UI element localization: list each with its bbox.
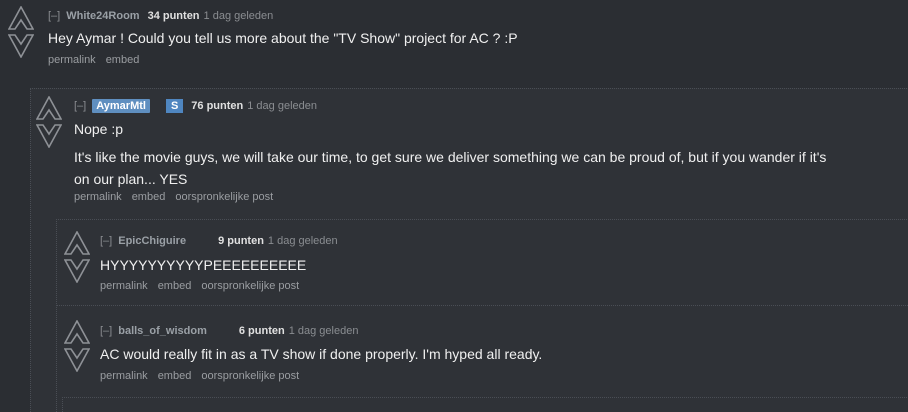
user-flair-badge: S: [165, 99, 184, 113]
comment-body: AC would really fit in as a TV show if d…: [100, 343, 542, 365]
comment-body: Nope :p It's like the movie guys, we wil…: [74, 118, 826, 190]
author-link[interactable]: balls_of_wisdom: [118, 325, 207, 337]
score: 6 punten: [238, 325, 285, 337]
permalink-link[interactable]: permalink: [48, 54, 96, 66]
comment-body: HYYYYYYYYYYPEEEEEEEEEE: [100, 254, 306, 276]
timestamp: 1 dag geleden: [247, 100, 317, 112]
embed-link[interactable]: embed: [158, 280, 192, 292]
assassin-insignia-down-icon[interactable]: [64, 259, 90, 283]
timestamp: 1 dag geleden: [288, 325, 359, 337]
comment-actions: permalink embed oorspronkelijke post: [100, 280, 309, 292]
comment: [–] White24Room 34 punten 1 dag geleden Hey…: [0, 0, 908, 88]
comment-paragraph: on our plan... YES: [74, 171, 188, 187]
comment-tagline: [–] AymarMtl S 76 punten 1 dag geleden: [74, 99, 317, 113]
comment-paragraph: HYYYYYYYYYYPEEEEEEEEEE: [100, 257, 307, 273]
comment-paragraph: AC would really fit in as a TV show if d…: [100, 346, 543, 362]
assassin-insignia-down-icon[interactable]: [36, 124, 62, 148]
original-post-link[interactable]: oorspronkelijke post: [201, 370, 299, 382]
assassin-insignia-up-icon[interactable]: [64, 320, 90, 344]
comment-tagline: [–] White24Room 34 punten 1 dag geleden: [48, 10, 273, 22]
assassin-insignia-up-icon[interactable]: [8, 6, 34, 30]
timestamp: 1 dag geleden: [267, 235, 338, 247]
score: 76 punten: [191, 100, 244, 112]
assassin-insignia-up-icon[interactable]: [64, 231, 90, 255]
assassin-insignia-down-icon[interactable]: [64, 348, 90, 372]
comment: [–] AymarMtl S 76 punten 1 dag geleden Nope …: [30, 88, 908, 218]
collapse-toggle[interactable]: [–]: [100, 325, 112, 337]
author-link[interactable]: EpicChiguire: [118, 235, 186, 247]
child-comments-container: [62, 397, 908, 412]
collapse-toggle[interactable]: [–]: [74, 100, 86, 112]
embed-link[interactable]: embed: [158, 370, 192, 382]
comment-actions: permalink embed oorspronkelijke post: [74, 191, 283, 203]
permalink-link[interactable]: permalink: [100, 280, 148, 292]
permalink-link[interactable]: permalink: [100, 370, 148, 382]
assassin-insignia-down-icon[interactable]: [8, 34, 34, 58]
collapse-toggle[interactable]: [–]: [48, 10, 60, 22]
comment: [–] balls_of_wisdom 6 punten 1 dag geleden …: [56, 305, 908, 397]
comment-actions: permalink embed oorspronkelijke post: [100, 370, 309, 382]
author-link[interactable]: AymarMtl: [92, 99, 150, 113]
score: 34 punten: [147, 10, 200, 22]
comment-actions: permalink embed: [48, 54, 149, 66]
embed-link[interactable]: embed: [132, 191, 166, 203]
comment-paragraph: Nope :p: [74, 121, 124, 137]
comment: [–] EpicChiguire 9 punten 1 dag geleden HYY…: [56, 219, 908, 305]
comment-tagline: [–] EpicChiguire 9 punten 1 dag geleden: [100, 235, 338, 247]
comment-paragraph: It's like the movie guys, we will take o…: [74, 149, 827, 165]
comment-body: Hey Aymar ! Could you tell us more about…: [48, 27, 518, 49]
original-post-link[interactable]: oorspronkelijke post: [201, 280, 299, 292]
original-post-link[interactable]: oorspronkelijke post: [175, 191, 273, 203]
comment-paragraph: Hey Aymar ! Could you tell us more about…: [48, 30, 518, 46]
comment-tagline: [–] balls_of_wisdom 6 punten 1 dag geleden: [100, 325, 358, 337]
assassin-insignia-up-icon[interactable]: [36, 96, 62, 120]
author-link[interactable]: White24Room: [66, 10, 139, 22]
collapse-toggle[interactable]: [–]: [100, 235, 112, 247]
permalink-link[interactable]: permalink: [74, 191, 122, 203]
embed-link[interactable]: embed: [106, 54, 140, 66]
score: 9 punten: [218, 235, 264, 247]
timestamp: 1 dag geleden: [203, 10, 274, 22]
